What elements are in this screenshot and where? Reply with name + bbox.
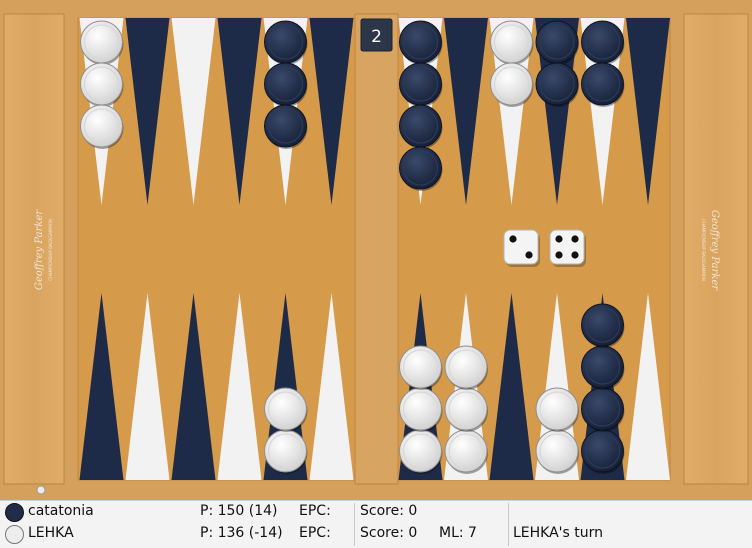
bearoff-marker (36, 485, 46, 495)
separator-1 (354, 503, 355, 546)
backgammon-board[interactable]: Geoffrey Parker CHAMPIONSHIP BACKGAMMON … (0, 0, 752, 500)
brand-text-left: Geoffrey Parker (34, 209, 45, 291)
turn-indicator: LEHKA's turn (513, 525, 604, 541)
player2-pips: P: 136 (-14) (200, 525, 283, 541)
cube-value: 2 (371, 27, 382, 47)
die-2[interactable] (549, 229, 586, 267)
player-row-1: catatonia P: 150 (14) EPC: Score: 0 (0, 501, 752, 523)
match-length: ML: 7 (439, 525, 477, 541)
player2-epc: EPC: (299, 525, 331, 541)
brand-subtext-right: CHAMPIONSHIP BACKGAMMON (701, 219, 706, 281)
player2-score: Score: 0 (360, 525, 418, 541)
separator-2 (508, 503, 509, 546)
player1-epc: EPC: (299, 503, 331, 519)
center-bar[interactable] (354, 13, 399, 485)
doubling-cube[interactable]: 2 (360, 18, 393, 52)
player-row-2: LEHKA P: 136 (-14) EPC: Score: 0 ML: 7 L… (0, 523, 752, 545)
player1-pips: P: 150 (14) (200, 503, 278, 519)
player1-name: catatonia (28, 503, 94, 519)
player1-color-swatch (5, 503, 24, 522)
die-1[interactable] (503, 229, 540, 267)
player1-score: Score: 0 (360, 503, 418, 519)
player2-name: LEHKA (28, 525, 74, 541)
status-bar: catatonia P: 150 (14) EPC: Score: 0 LEHK… (0, 500, 752, 548)
player2-color-swatch (5, 525, 24, 544)
brand-subtext-left: CHAMPIONSHIP BACKGAMMON (48, 219, 53, 281)
brand-text-right: Geoffrey Parker (709, 210, 720, 292)
